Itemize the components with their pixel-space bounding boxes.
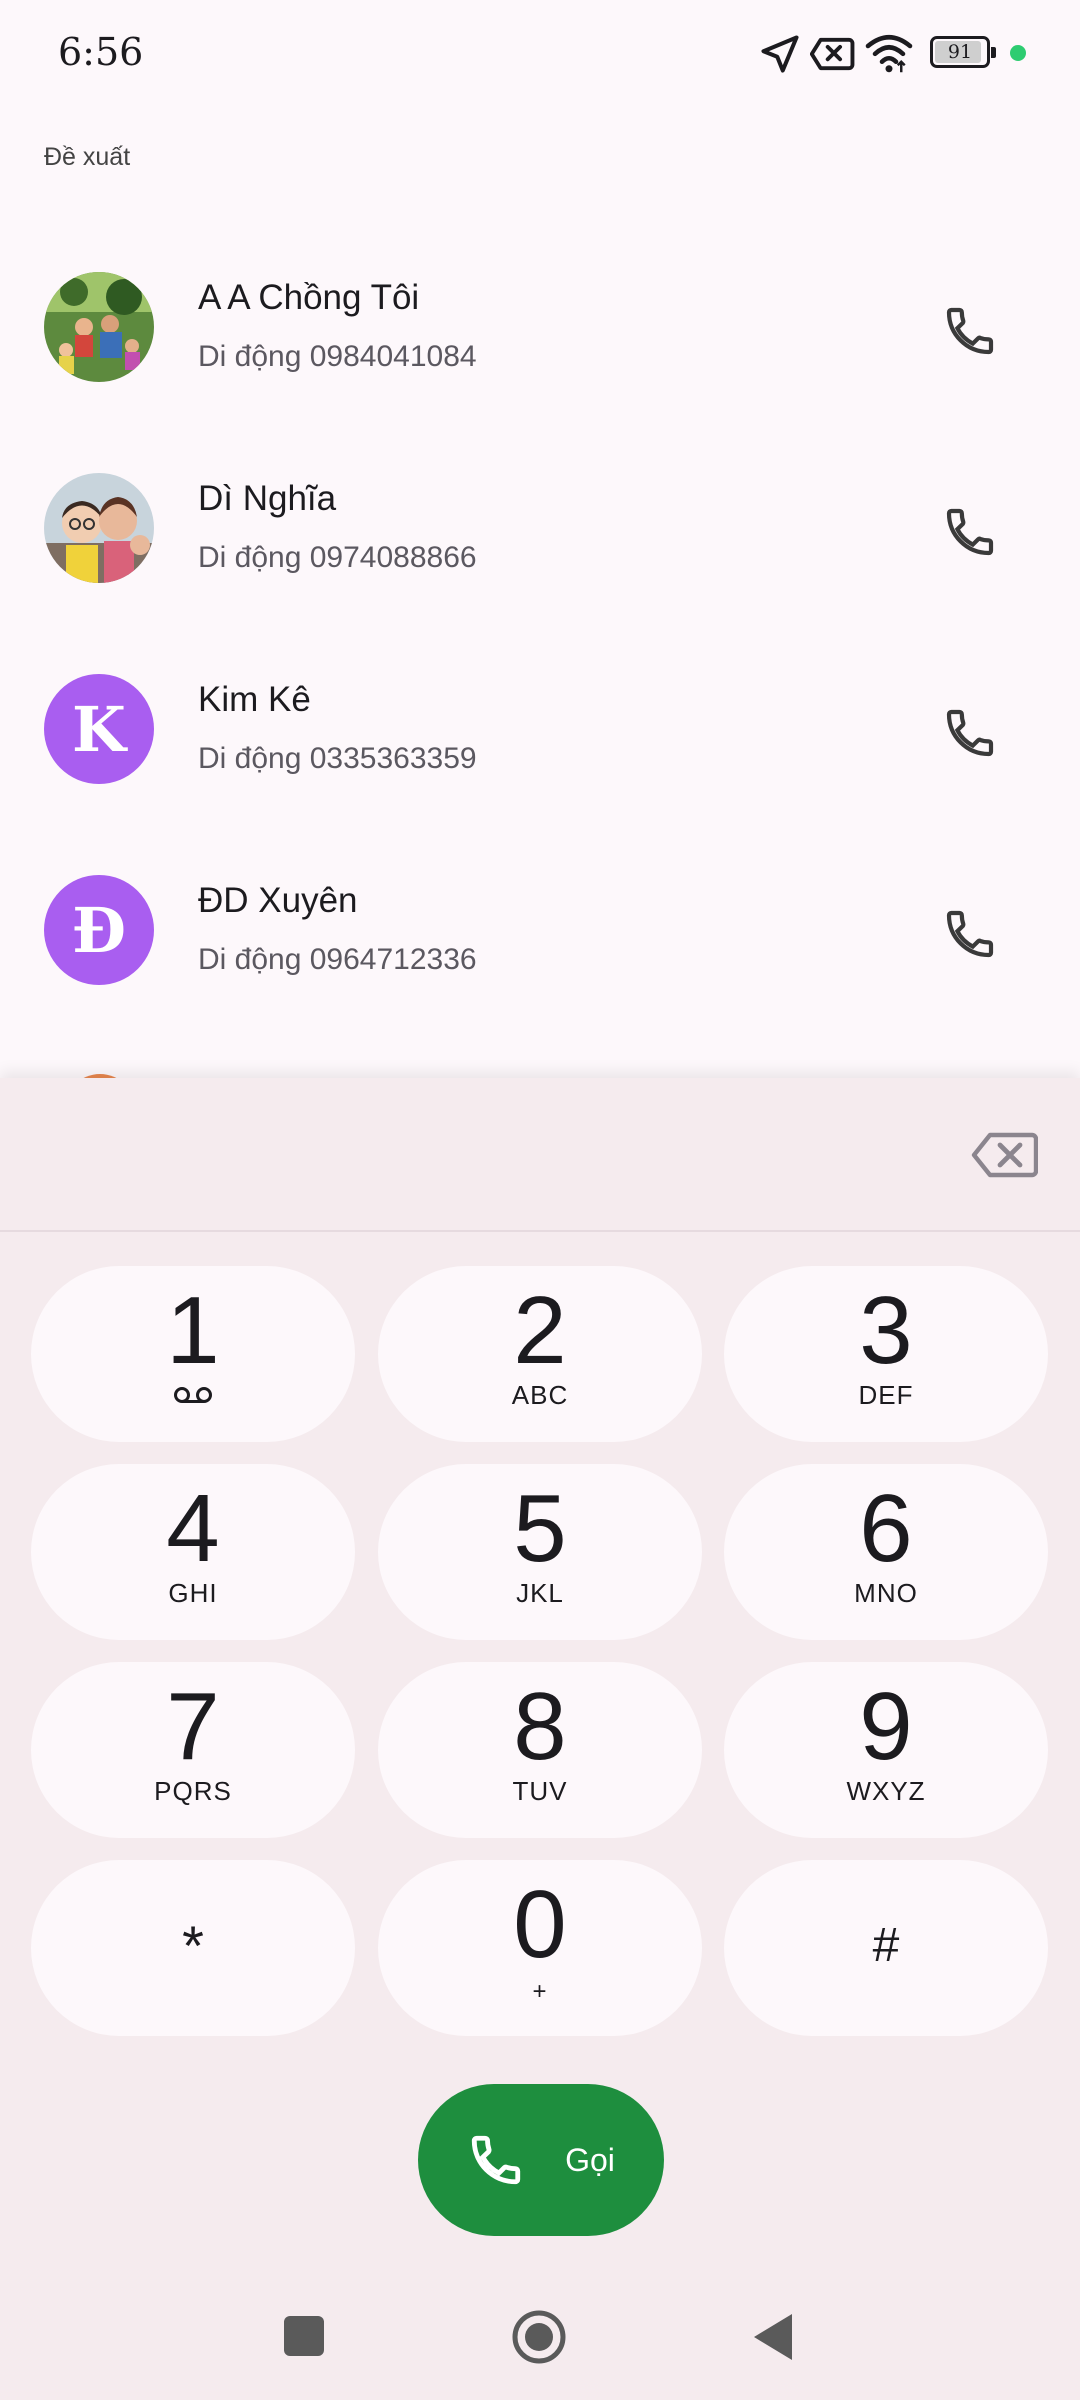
dialpad-key-8[interactable]: 8 TUV — [378, 1662, 702, 1838]
status-time: 6:56 — [58, 30, 144, 74]
key-digit: 5 — [513, 1475, 567, 1582]
location-arrow-icon — [761, 35, 799, 73]
key-digit: 6 — [859, 1475, 913, 1582]
contact-row[interactable]: K Kim Kê Di động 0335363359 — [0, 618, 1080, 818]
key-digit: * — [182, 1914, 204, 1977]
key-letters: PQRS — [154, 1776, 232, 1806]
key-digit: 7 — [166, 1673, 220, 1780]
backspace-button[interactable] — [970, 1130, 1039, 1180]
contact-phone: Di động 0974088866 — [198, 541, 477, 574]
recents-button[interactable] — [284, 2316, 324, 2356]
contact-phone: Di động 0335363359 — [198, 742, 477, 775]
dialpad-key-7[interactable]: 7 PQRS — [31, 1662, 355, 1838]
navigation-bar — [0, 2270, 1080, 2400]
home-button[interactable] — [510, 2308, 568, 2366]
phone-dialer-screen: 6:56 91 Đề xuất A A Chồng Tôi Di động 09… — [0, 0, 1080, 2400]
dialpad-key-4[interactable]: 4 GHI — [31, 1464, 355, 1640]
key-digit: 9 — [859, 1673, 913, 1780]
contact-row[interactable]: A A Chồng Tôi Di động 0984041084 — [0, 216, 1080, 416]
key-letters: GHI — [168, 1578, 218, 1608]
dialpad-key-star[interactable]: * — [31, 1860, 355, 2036]
dialed-digits-field[interactable] — [0, 1078, 1080, 1232]
call-contact-button[interactable] — [935, 698, 1005, 768]
key-letters: ABC — [511, 1380, 569, 1410]
dialpad-key-6[interactable]: 6 MNO — [724, 1464, 1048, 1640]
status-bar: 6:56 91 — [0, 0, 1080, 110]
contact-phone: Di động 0964712336 — [198, 943, 477, 976]
dialpad-key-3[interactable]: 3 DEF — [724, 1266, 1048, 1442]
contact-letter-avatar: Đ — [44, 875, 154, 985]
call-button[interactable]: Gọi — [418, 2084, 664, 2236]
contact-row[interactable]: Dì Nghĩa Di động 0974088866 — [0, 417, 1080, 617]
back-button[interactable] — [752, 2312, 794, 2362]
key-digit: 1 — [166, 1277, 220, 1384]
dialpad-key-2[interactable]: 2 ABC — [378, 1266, 702, 1442]
privacy-dot-icon — [1010, 45, 1026, 61]
battery-icon: 91 — [930, 36, 996, 68]
contact-phone: Di động 0984041084 — [198, 340, 477, 373]
dialpad-key-1[interactable]: 1 — [31, 1266, 355, 1442]
contact-photo-avatar — [44, 272, 154, 382]
contact-name: A A Chồng Tôi — [198, 278, 420, 317]
key-letters: JKL — [516, 1578, 564, 1608]
contact-letter-avatar: K — [44, 674, 154, 784]
key-digit: 2 — [513, 1277, 567, 1384]
wifi-icon — [865, 34, 913, 73]
key-letters: DEF — [858, 1380, 914, 1410]
dialpad-key-9[interactable]: 9 WXYZ — [724, 1662, 1048, 1838]
voicemail-icon — [174, 1387, 212, 1403]
key-digit: 8 — [513, 1673, 567, 1780]
call-contact-button[interactable] — [935, 296, 1005, 366]
key-letters: + — [532, 1978, 548, 2005]
key-digit: # — [872, 1919, 900, 1972]
key-digit: 4 — [166, 1475, 220, 1582]
backspace-icon — [971, 1132, 1039, 1178]
battery-level: 91 — [947, 41, 973, 63]
contact-row[interactable]: Đ ĐD Xuyên Di động 0964712336 — [0, 819, 1080, 1019]
phone-icon — [471, 2135, 521, 2185]
phone-icon — [946, 910, 994, 958]
call-contact-button[interactable] — [935, 899, 1005, 969]
call-button-label: Gọi — [565, 2141, 615, 2178]
phone-icon — [946, 709, 994, 757]
dialpad-key-hash[interactable]: # — [724, 1860, 1048, 2036]
no-sim-icon — [810, 37, 855, 71]
contact-name: Dì Nghĩa — [198, 479, 337, 518]
contact-name: ĐD Xuyên — [198, 881, 358, 920]
phone-icon — [946, 508, 994, 556]
key-digit: 0 — [513, 1871, 567, 1978]
key-letters: TUV — [512, 1776, 568, 1806]
phone-icon — [946, 307, 994, 355]
key-digit: 3 — [859, 1277, 913, 1384]
contact-photo-avatar — [44, 473, 154, 583]
section-label-suggestions: Đề xuất — [44, 143, 131, 171]
key-letters: MNO — [854, 1578, 918, 1608]
call-contact-button[interactable] — [935, 497, 1005, 567]
dialpad-key-0[interactable]: 0 + — [378, 1860, 702, 2036]
key-letters: WXYZ — [846, 1776, 926, 1806]
contact-name: Kim Kê — [198, 680, 311, 719]
dialpad-key-5[interactable]: 5 JKL — [378, 1464, 702, 1640]
